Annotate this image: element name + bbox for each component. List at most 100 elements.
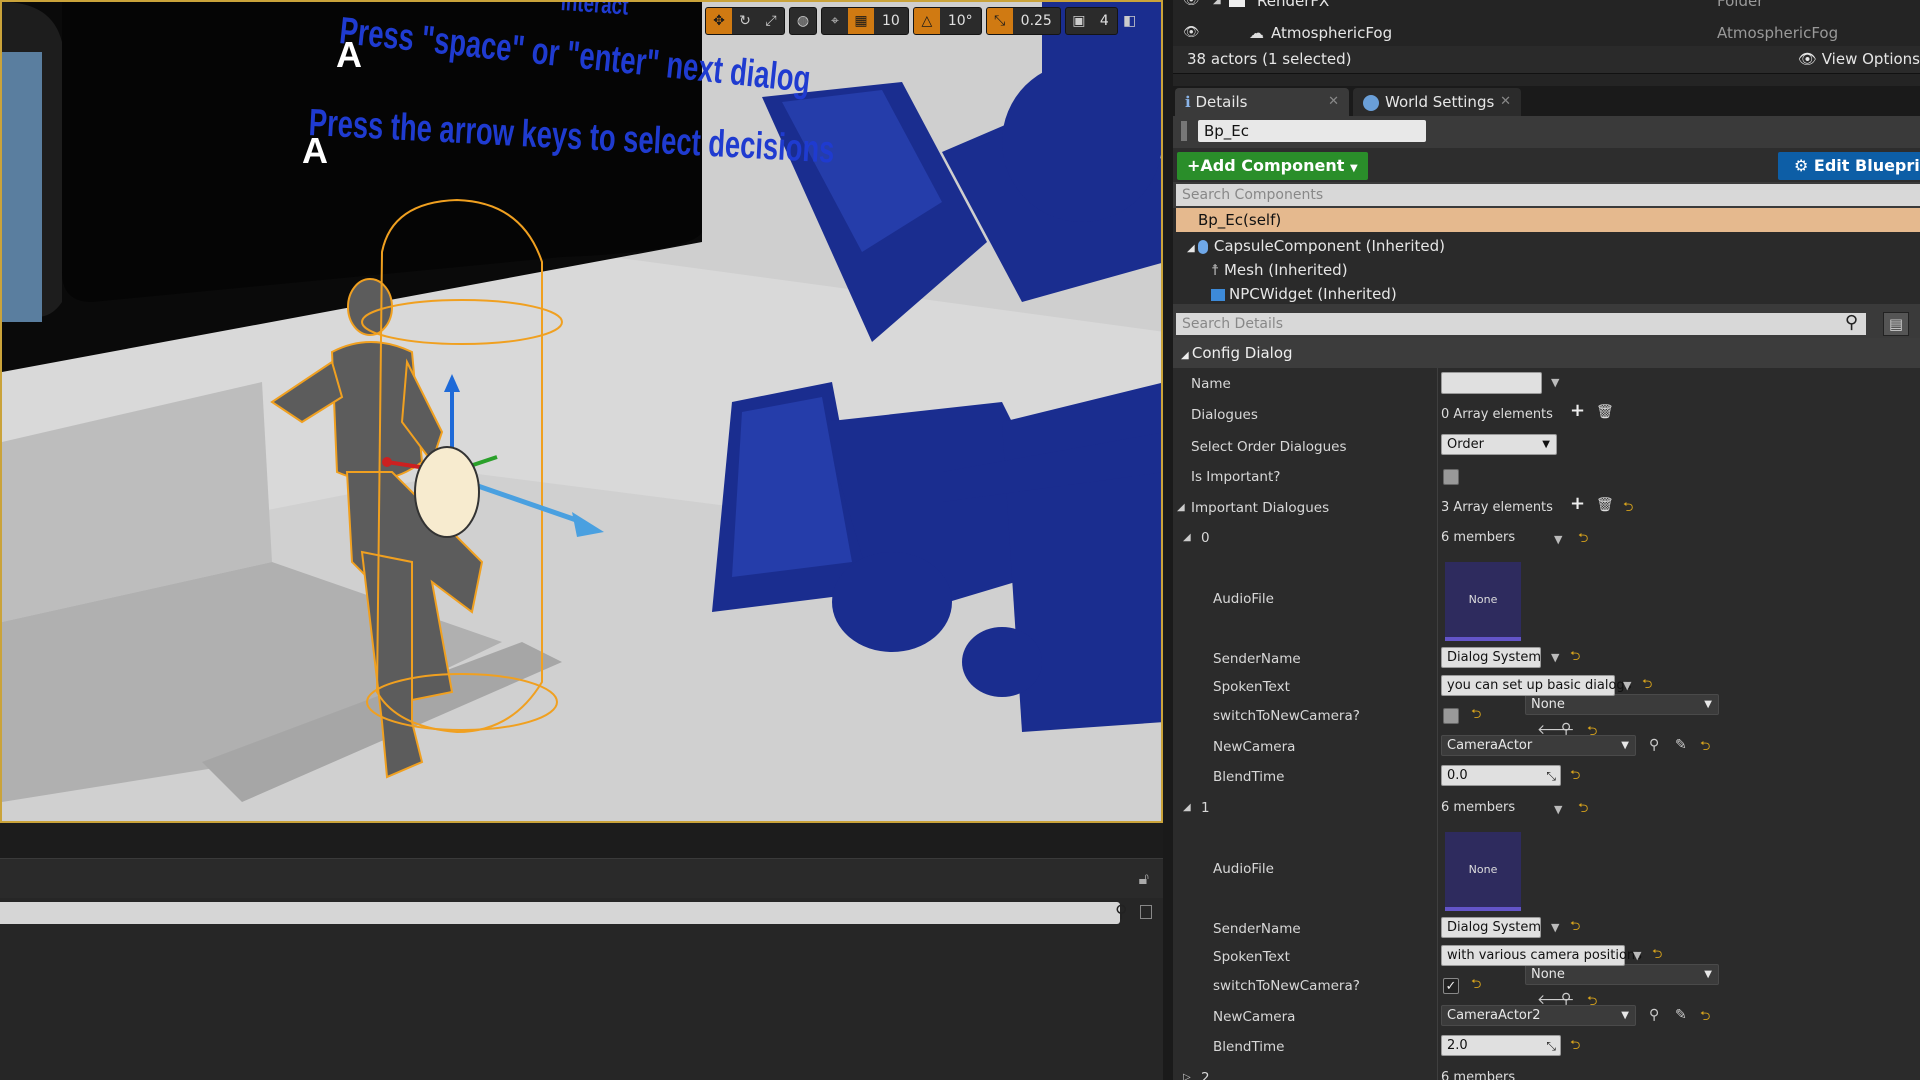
reset-to-default-icon[interactable]: ⮌ xyxy=(1570,1036,1580,1058)
plus-icon: + xyxy=(1187,156,1201,175)
surface-snap-icon[interactable]: ⌖ xyxy=(822,8,848,34)
bottom-search-input[interactable] xyxy=(0,902,1120,924)
actor-name-field[interactable]: Bp_Ec xyxy=(1198,120,1426,142)
audio-asset-dropdown[interactable]: None ▼ xyxy=(1525,694,1719,715)
level-viewport[interactable]: interact Press "space" or "enter" next d… xyxy=(0,0,1163,823)
tab-details[interactable]: ℹ Details ✕ xyxy=(1175,88,1349,116)
collapse-arrow-icon[interactable]: ◢ xyxy=(1213,0,1221,12)
new-camera-dropdown[interactable]: CameraActor ▼ xyxy=(1441,735,1636,756)
chevron-down-icon[interactable]: ▼ xyxy=(1554,803,1562,816)
visibility-eye-icon[interactable]: 👁︎ xyxy=(1183,22,1200,44)
select-order-dropdown[interactable]: Order ▼ xyxy=(1441,434,1557,455)
outliner-row[interactable]: 👁︎ ☁ AtmosphericFog AtmosphericFog xyxy=(1173,22,1920,44)
search-details-input[interactable]: Search Details xyxy=(1176,313,1866,335)
component-widget[interactable]: NPCWidget (Inherited) xyxy=(1211,282,1397,304)
search-components-input[interactable]: Search Components xyxy=(1176,184,1920,206)
grid-snap-value[interactable]: 10 xyxy=(874,8,908,34)
panel-splitter[interactable] xyxy=(1163,0,1173,1080)
close-icon[interactable]: ✕ xyxy=(1328,88,1339,116)
save-icon[interactable] xyxy=(1140,905,1152,919)
tab-world-settings[interactable]: World Settings ✕ xyxy=(1353,88,1521,116)
reset-to-default-icon[interactable]: ⮌ xyxy=(1578,799,1588,821)
property-matrix-icon[interactable]: ▤ xyxy=(1883,312,1909,336)
blend-time-field[interactable]: 0.0 ⤡ xyxy=(1441,765,1561,786)
camera-speed-icon[interactable]: ▣ xyxy=(1066,8,1092,34)
reset-to-default-icon[interactable]: ⮌ xyxy=(1570,647,1580,669)
prop-label-newcamera: NewCamera xyxy=(1213,739,1296,755)
close-icon[interactable]: ✕ xyxy=(1500,88,1511,116)
chevron-down-icon[interactable]: ▼ xyxy=(1551,376,1559,389)
component-mesh[interactable]: ☨ Mesh (Inherited) xyxy=(1211,258,1348,282)
edit-blueprint-button[interactable]: ⚙ Edit Blueprint xyxy=(1778,152,1920,180)
eyedropper-icon[interactable]: ✎ xyxy=(1675,737,1687,753)
camera-speed-value[interactable]: 4 xyxy=(1092,8,1117,34)
component-self-row[interactable]: Bp_Ec(self) xyxy=(1176,208,1920,232)
trash-icon[interactable]: 🗑︎ xyxy=(1596,497,1614,513)
gears-icon: ⚙ xyxy=(1794,156,1814,175)
prop-label-blendtime: BlendTime xyxy=(1213,769,1285,785)
search-icon[interactable]: ⚲ xyxy=(1845,312,1858,333)
rotation-snap-value[interactable]: 10° xyxy=(940,8,981,34)
reset-to-default-icon[interactable]: ⮌ xyxy=(1471,975,1481,997)
column-divider[interactable] xyxy=(1437,368,1438,1080)
chevron-down-icon[interactable]: ▼ xyxy=(1633,949,1641,962)
maximize-icon[interactable]: ◧ xyxy=(1122,8,1138,34)
trash-icon[interactable]: 🗑︎ xyxy=(1596,404,1614,420)
audio-asset-dropdown[interactable]: None ▼ xyxy=(1525,964,1719,985)
expand-arrow-icon[interactable]: ▷ xyxy=(1183,1072,1191,1080)
component-capsule[interactable]: ◢ CapsuleComponent (Inherited) xyxy=(1187,234,1445,258)
switch-camera-checkbox[interactable]: ✓ xyxy=(1443,978,1459,994)
reset-to-default-icon[interactable]: ⮌ xyxy=(1700,737,1710,759)
scale-snap-icon[interactable]: ⤡ xyxy=(986,8,1013,34)
drag-spin-icon[interactable]: ⤡ xyxy=(1546,1037,1556,1056)
drag-spin-icon[interactable]: ⤡ xyxy=(1546,767,1556,786)
grid-icon[interactable]: ▦ xyxy=(848,8,874,34)
spoken-text-field[interactable]: you can set up basic dialogs xyxy=(1441,675,1631,696)
audio-thumbnail[interactable]: None xyxy=(1445,562,1521,641)
visibility-eye-icon[interactable]: 👁︎ xyxy=(1183,0,1200,12)
reset-to-default-icon[interactable]: ⮌ xyxy=(1578,529,1588,551)
translate-icon[interactable]: ✥ xyxy=(706,8,732,34)
actor-name-row: Bp_Ec xyxy=(1173,116,1920,148)
eyedropper-icon[interactable]: ✎ xyxy=(1675,1007,1687,1023)
add-component-button[interactable]: +Add Component ▼ xyxy=(1177,152,1368,180)
chevron-down-icon[interactable]: ▼ xyxy=(1551,921,1559,934)
collapse-arrow-icon[interactable]: ◢ xyxy=(1183,802,1191,813)
add-element-icon[interactable]: + xyxy=(1570,493,1585,514)
reset-to-default-icon[interactable]: ⮌ xyxy=(1700,1007,1710,1029)
collapse-arrow-icon[interactable]: ◢ xyxy=(1177,502,1185,513)
outliner-row[interactable]: 👁︎ ◢ RenderFX Folder xyxy=(1173,0,1920,12)
reset-to-default-icon[interactable]: ⮌ xyxy=(1652,945,1662,967)
new-camera-dropdown[interactable]: CameraActor2 ▼ xyxy=(1441,1005,1636,1026)
reset-to-default-icon[interactable]: ⮌ xyxy=(1642,675,1652,697)
chevron-down-icon[interactable]: ▼ xyxy=(1551,651,1559,664)
audio-thumbnail[interactable]: None xyxy=(1445,832,1521,911)
search-icon[interactable]: ⚲ xyxy=(1115,902,1127,922)
view-options-button[interactable]: 👁︎ View Options xyxy=(1798,50,1920,68)
chevron-down-icon[interactable]: ▼ xyxy=(1554,533,1562,546)
scale-icon[interactable]: ⤢ xyxy=(758,8,784,34)
browse-search-icon[interactable]: ⚲ xyxy=(1649,1007,1659,1023)
name-field[interactable] xyxy=(1441,372,1542,394)
spoken-text-field[interactable]: with various camera positions xyxy=(1441,945,1642,966)
panel-strip xyxy=(0,823,1163,858)
angle-icon[interactable]: △ xyxy=(913,8,940,34)
rotate-icon[interactable]: ↻ xyxy=(732,8,758,34)
lock-icon[interactable]: 🔓︎ xyxy=(1139,869,1149,889)
reset-to-default-icon[interactable]: ⮌ xyxy=(1471,705,1481,727)
is-important-checkbox[interactable] xyxy=(1443,469,1459,485)
scale-snap-value[interactable]: 0.25 xyxy=(1013,8,1060,34)
add-element-icon[interactable]: + xyxy=(1570,400,1585,421)
collapse-arrow-icon[interactable]: ◢ xyxy=(1183,532,1191,543)
sender-name-field[interactable]: Dialog System xyxy=(1441,647,1541,668)
reset-to-default-icon[interactable]: ⮌ xyxy=(1623,498,1633,520)
world-icon[interactable]: ◍ xyxy=(790,8,816,34)
sender-name-field[interactable]: Dialog System xyxy=(1441,917,1541,938)
blend-time-field[interactable]: 2.0 ⤡ xyxy=(1441,1035,1561,1056)
chevron-down-icon[interactable]: ▼ xyxy=(1623,679,1631,692)
browse-search-icon[interactable]: ⚲ xyxy=(1649,737,1659,753)
reset-to-default-icon[interactable]: ⮌ xyxy=(1570,917,1580,939)
switch-camera-checkbox[interactable] xyxy=(1443,708,1459,724)
reset-to-default-icon[interactable]: ⮌ xyxy=(1570,766,1580,788)
category-config-dialog[interactable]: ◢ Config Dialog xyxy=(1173,338,1920,368)
